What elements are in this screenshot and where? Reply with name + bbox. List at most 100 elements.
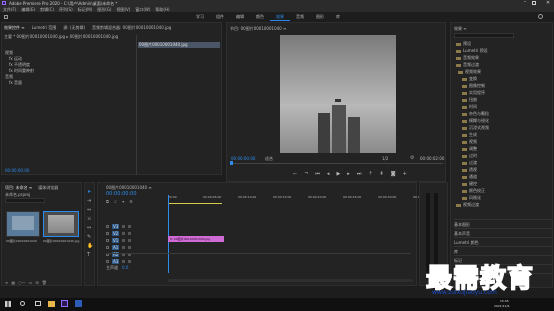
track-eye-icon[interactable] [128, 232, 132, 235]
home-icon[interactable] [4, 15, 8, 19]
timeline-timecode[interactable]: 00:00:00:00 [106, 191, 137, 197]
project-search-input[interactable] [5, 198, 45, 203]
panel-section-header[interactable]: 库 [454, 246, 552, 255]
panel-section-header[interactable]: Lumetri 颜色 [454, 237, 552, 246]
timeline-clip[interactable]: fx 00图片00010001040.jpg [168, 236, 224, 242]
icon-view-icon[interactable]: ▦ [11, 280, 15, 285]
track-toggle-icon[interactable] [122, 260, 126, 263]
track-toggle-icon[interactable] [122, 225, 126, 228]
panel-tab[interactable]: 效果控件 ≡ [4, 25, 25, 31]
playhead-icon[interactable] [230, 161, 233, 165]
mark-out-icon[interactable]: ¬ [304, 171, 308, 177]
effects-list-item[interactable]: 通道 [454, 174, 552, 181]
effects-list-item[interactable]: 视频过渡 [454, 202, 552, 209]
playhead-line[interactable] [168, 195, 169, 273]
effects-list-item[interactable]: 沉浸式视频 [454, 125, 552, 132]
add-button-icon[interactable]: + [403, 171, 407, 177]
work-area-bar[interactable] [168, 203, 222, 204]
trash-icon[interactable]: 🗑 [42, 280, 47, 285]
list-view-icon[interactable]: ≡ [5, 280, 8, 285]
effects-list-item[interactable]: 颜色校正 [454, 188, 552, 195]
bin-item[interactable] [6, 211, 40, 237]
effects-list-item[interactable]: Lumetri 预设 [454, 48, 552, 55]
program-scrubber[interactable] [231, 163, 443, 164]
settings-icon[interactable]: ⚙ [129, 199, 133, 204]
effect-item[interactable]: fx 音量 [4, 80, 134, 86]
panel-section-header[interactable]: 基本图形 [454, 219, 552, 228]
new-bin-icon[interactable]: ▭ [29, 280, 33, 285]
track-lock-icon[interactable] [106, 239, 109, 242]
source-timecode[interactable]: 00:00:00:00 [5, 168, 29, 173]
effects-list-item[interactable]: 变换 [454, 76, 552, 83]
workspace-tab[interactable]: 组件 [210, 14, 230, 21]
effects-list-item[interactable]: 时间 [454, 104, 552, 111]
track-header[interactable]: V3 [106, 223, 166, 230]
track-lock-icon[interactable] [106, 225, 109, 228]
program-timecode[interactable]: 00:00:00:00 [231, 156, 255, 161]
workspace-tab[interactable]: 学习 [190, 14, 210, 21]
effects-list-item[interactable]: 扭曲 [454, 97, 552, 104]
effects-list-item[interactable]: 模糊与锐化 [454, 118, 552, 125]
effects-list-item[interactable]: 实用程序 [454, 90, 552, 97]
track-header[interactable]: V1 [106, 237, 166, 244]
effects-list-item[interactable]: 视频效果 [454, 69, 552, 76]
mark-in-icon[interactable]: ⌐ [293, 171, 297, 177]
effects-list-item[interactable]: 键控 [454, 181, 552, 188]
play-icon[interactable]: ▶ [336, 171, 340, 177]
panel-tab[interactable]: 音频剪辑混合器: 00图片00010001040.jpg [92, 25, 171, 31]
workspace-tab[interactable]: 图形 [310, 14, 330, 21]
marker-icon[interactable]: ▾ [122, 199, 124, 204]
effects-list-item[interactable]: 图像控制 [454, 83, 552, 90]
effects-list-item[interactable]: 音频效果 [454, 55, 552, 62]
export-frame-icon[interactable]: ◙ [391, 171, 396, 177]
lift-icon[interactable]: ⇡ [368, 171, 372, 177]
premiere-taskbar-icon[interactable] [61, 300, 68, 307]
effects-search-input[interactable] [454, 33, 514, 38]
master-value[interactable]: 0.0 [122, 265, 128, 272]
search-icon[interactable] [538, 14, 543, 19]
track-header[interactable]: A3 [106, 258, 166, 265]
selection-tool-icon[interactable]: ➤ [87, 189, 93, 195]
track-eye-icon[interactable] [128, 246, 132, 249]
effects-list-item[interactable]: 过时 [454, 153, 552, 160]
effects-list-item[interactable]: 杂色与颗粒 [454, 111, 552, 118]
track-eye-icon[interactable] [128, 225, 132, 228]
track-select-icon[interactable]: ⇥ [87, 198, 93, 204]
go-to-out-icon[interactable]: ⏭ [357, 171, 362, 177]
snap-icon[interactable]: ⧉ [106, 199, 109, 204]
track-lock-icon[interactable] [106, 232, 109, 235]
effects-list-item[interactable]: 视频 [454, 139, 552, 146]
workspace-tab[interactable]: 效果 [270, 14, 290, 21]
workspace-tab[interactable]: 库 [330, 14, 346, 21]
track-header[interactable]: A1 [106, 244, 166, 251]
ripple-edit-icon[interactable]: ⇔ [87, 207, 93, 213]
effects-list-item[interactable]: 过渡 [454, 160, 552, 167]
effects-list-item[interactable]: 调整 [454, 146, 552, 153]
project-tab[interactable]: 媒体浏览器 [38, 185, 58, 191]
search-taskbar-icon[interactable] [20, 301, 25, 306]
step-back-icon[interactable]: ◂ [327, 171, 330, 177]
linked-icon[interactable]: ⊂ [114, 199, 117, 204]
track-toggle-icon[interactable] [122, 239, 126, 242]
panel-tab[interactable]: Lumetri 范围 [32, 25, 57, 31]
track-eye-icon[interactable] [128, 260, 132, 263]
resolution-dropdown[interactable]: 1/2 [382, 156, 388, 161]
track-lock-icon[interactable] [106, 260, 109, 263]
extract-icon[interactable]: ⇞ [380, 171, 384, 177]
windows-start-icon[interactable] [5, 301, 11, 307]
timeline-scrollbar[interactable] [168, 279, 413, 282]
effects-list-item[interactable]: 透视 [454, 167, 552, 174]
workspace-tab[interactable]: 颜色 [250, 14, 270, 21]
panel-tab[interactable]: 源: (无剪辑) [63, 25, 85, 31]
effects-list-item[interactable]: 音频过渡 [454, 62, 552, 69]
project-tab[interactable]: 项目: 未命名 ≡ [5, 185, 32, 191]
go-to-in-icon[interactable]: ⏮ [315, 171, 320, 177]
workspace-tab[interactable]: 音频 [290, 14, 310, 21]
track-lock-icon[interactable] [106, 246, 109, 249]
word-taskbar-icon[interactable] [75, 300, 82, 307]
pen-icon[interactable]: ✎ [87, 234, 93, 240]
type-tool-icon[interactable]: T [87, 252, 93, 258]
track-toggle-icon[interactable] [122, 232, 126, 235]
bin-item[interactable] [43, 211, 79, 237]
track-eye-icon[interactable] [128, 239, 132, 242]
